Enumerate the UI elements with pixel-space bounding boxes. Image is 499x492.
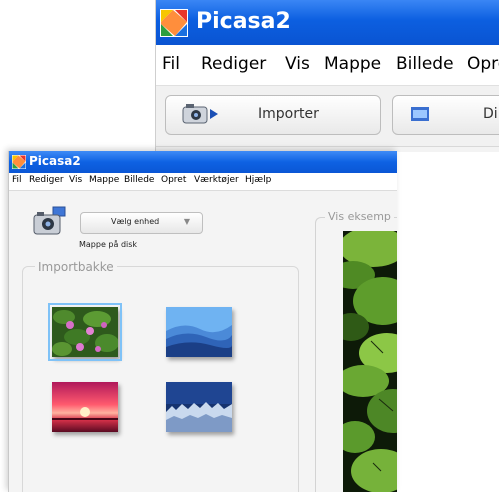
play-arrow-icon [210, 109, 218, 119]
menu-bar: Fil Rediger Vis Mappe Billede Opret Værk… [9, 173, 397, 191]
winter-image [166, 382, 232, 432]
sunset-image [52, 382, 118, 432]
folder-on-disk-link[interactable]: Mappe på disk [79, 240, 137, 249]
menu-bar: Fil Rediger Vis Mappe Billede Opret [156, 45, 499, 86]
title-bar: Picasa2 [156, 0, 499, 45]
import-button[interactable]: Importer [165, 95, 381, 135]
device-select-value: Vælg enhed [111, 217, 160, 226]
menu-vis[interactable]: Vis [69, 175, 82, 185]
preview-image-water-lilies [343, 231, 397, 492]
menu-mappe[interactable]: Mappe [324, 54, 381, 74]
window-title: Picasa2 [29, 154, 81, 168]
water-lilies-image [52, 307, 119, 357]
thumbnail-winter[interactable] [166, 382, 232, 432]
background-window-zoomed: Picasa2 Fil Rediger Vis Mappe Billede Op… [155, 0, 499, 152]
slideshow-button-label: Di [483, 106, 498, 122]
menu-billede[interactable]: Billede [396, 54, 454, 74]
menu-fil[interactable]: Fil [12, 175, 22, 185]
import-tray-title: Importbakke [35, 260, 117, 274]
menu-rediger[interactable]: Rediger [29, 175, 64, 185]
menu-hjaelp[interactable]: Hjælp [245, 175, 271, 185]
thumbnail-water-lilies[interactable] [48, 303, 122, 361]
device-select-dropdown[interactable]: Vælg enhed ▼ [80, 212, 203, 234]
slideshow-icon [411, 107, 429, 121]
chevron-down-icon: ▼ [183, 217, 190, 226]
thumbnail-sunset[interactable] [52, 382, 118, 432]
slideshow-button[interactable]: Di [392, 95, 499, 135]
camera-device-icon [33, 206, 66, 235]
menu-fil[interactable]: Fil [162, 54, 180, 74]
menu-vaerktoejer[interactable]: Værktøjer [194, 175, 239, 185]
menu-opret[interactable]: Opret [467, 54, 499, 74]
preview-image [343, 231, 397, 492]
menu-billede[interactable]: Billede [124, 175, 154, 185]
toolbar: Importer Di [156, 86, 499, 152]
import-button-label: Importer [258, 106, 319, 122]
title-bar: Picasa2 [9, 151, 397, 173]
menu-vis[interactable]: Vis [285, 54, 310, 74]
menu-opret[interactable]: Opret [161, 175, 186, 185]
blue-hills-image [166, 307, 232, 357]
menu-mappe[interactable]: Mappe [89, 175, 119, 185]
picasa-import-window: Picasa2 Fil Rediger Vis Mappe Billede Op… [8, 151, 397, 492]
picasa-logo-icon [12, 155, 26, 169]
preview-title: Vis eksemp [325, 210, 394, 223]
import-tray [22, 266, 299, 492]
menu-rediger[interactable]: Rediger [201, 54, 266, 74]
picasa-logo-icon [160, 9, 188, 37]
thumbnail-blue-hills[interactable] [166, 307, 232, 357]
window-title: Picasa2 [196, 9, 291, 34]
